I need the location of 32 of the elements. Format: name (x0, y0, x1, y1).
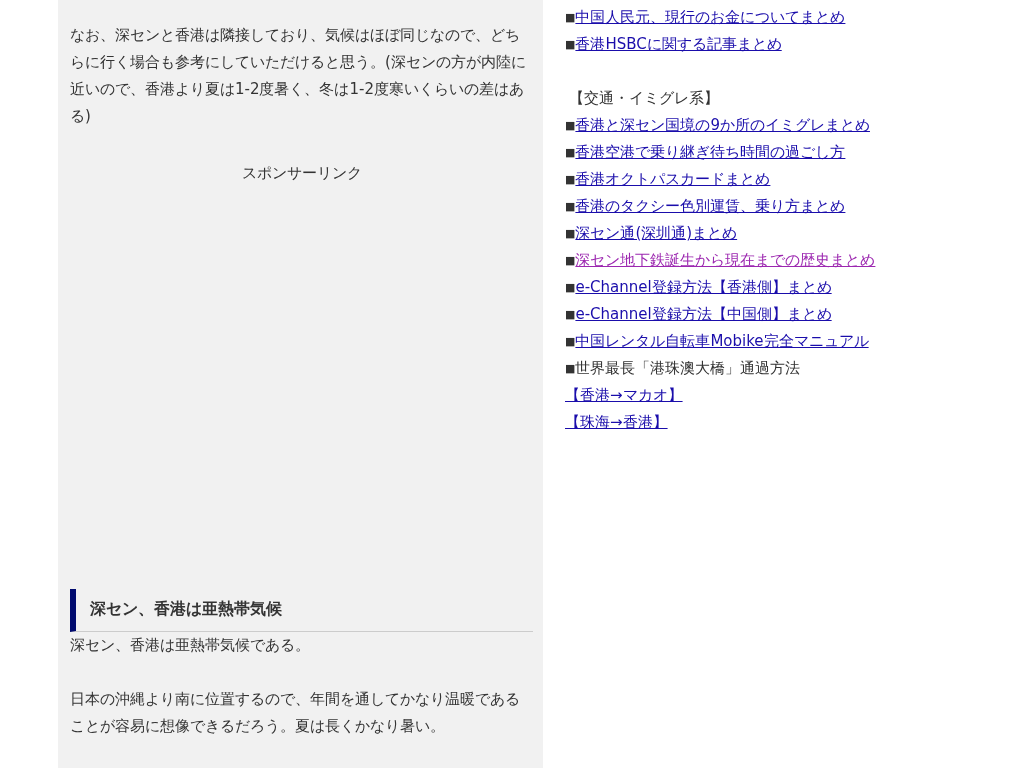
article-link[interactable]: e-Channel登録方法【香港側】まとめ (575, 278, 832, 296)
article-link[interactable]: 中国人民元、現行のお金についてまとめ (575, 8, 846, 26)
article-link[interactable]: 【香港→マカオ】 (565, 386, 683, 404)
bullet-mark: ■ (565, 227, 576, 240)
article-link[interactable]: 香港のタクシー色別運賃、乗り方まとめ (575, 197, 846, 215)
article-link[interactable]: 香港HSBCに関する記事まとめ (575, 35, 782, 53)
bullet-mark: ■ (565, 362, 576, 375)
article-link[interactable]: 香港空港で乗り継ぎ待ち時間の過ごし方 (575, 143, 846, 161)
article-link[interactable]: 香港オクトパスカードまとめ (575, 170, 771, 188)
category-heading: 【交通・イミグレ系】 (568, 88, 720, 109)
body-paragraph: 深セン、香港は亜熱帯気候である。 (70, 635, 311, 656)
body-paragraph: なお、深センと香港は隣接しており、気候はほぼ同じなので、どちらに行く場合も参考にしていただけると思う。(深センの方が内陸に近いので、香港より夏は1-2度暑く、冬は1-2度寒いくらいの差はある) (70, 25, 527, 127)
bullet-mark: ■ (565, 281, 576, 294)
article-link[interactable]: 【珠海→香港】 (565, 413, 668, 431)
bullet-mark: ■ (565, 11, 576, 24)
article-link[interactable]: 深セン地下鉄誕生から現在までの歴史まとめ (575, 251, 876, 269)
bullet-mark: ■ (565, 254, 576, 267)
article-link[interactable]: 香港と深セン国境の9か所のイミグレまとめ (575, 116, 870, 134)
bullet-mark: ■ (565, 119, 576, 132)
article-title: 世界最長「港珠澳大橋」通過方法 (575, 359, 801, 377)
bullet-mark: ■ (565, 308, 576, 321)
sponsored-label: スポンサーリンク (240, 163, 363, 184)
bullet-mark: ■ (565, 335, 576, 348)
article-link[interactable]: e-Channel登録方法【中国側】まとめ (575, 305, 832, 323)
bullet-mark: ■ (565, 173, 576, 186)
section-heading: 深セン、香港は亜熱帯気候 (70, 589, 533, 632)
bullet-mark: ■ (565, 38, 576, 51)
bullet-mark: ■ (565, 146, 576, 159)
body-paragraph: 日本の沖縄より南に位置するので、年間を通してかなり温暖であることが容易に想像できるだろう。夏は長くかなり暑い。 (70, 689, 521, 737)
article-link[interactable]: 中国レンタル自転車Mobike完全マニュアル (575, 332, 869, 350)
article-link[interactable]: 深セン通(深圳通)まとめ (575, 224, 738, 242)
bullet-mark: ■ (565, 200, 576, 213)
